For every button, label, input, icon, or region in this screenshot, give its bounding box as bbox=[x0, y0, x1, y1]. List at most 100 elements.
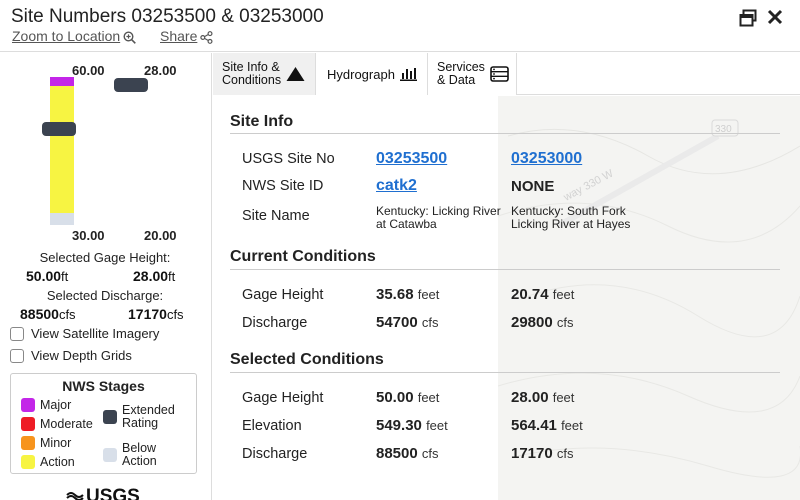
usgs-site-link-1[interactable]: 03253500 bbox=[376, 150, 447, 168]
below-action-swatch bbox=[103, 448, 117, 462]
legend-item-action: Action bbox=[21, 455, 75, 469]
value: 20.74 bbox=[511, 286, 549, 303]
restore-window-icon[interactable] bbox=[739, 9, 757, 27]
depth-label: View Depth Grids bbox=[31, 348, 132, 363]
selected-gage-height-1: 50.00 feet bbox=[376, 389, 439, 406]
selected-discharge-right-value: 17170cfs bbox=[128, 306, 184, 322]
selected-discharge-2: 17170 cfs bbox=[511, 445, 574, 462]
selected-conditions-heading: Selected Conditions bbox=[230, 351, 384, 368]
current-gage-height-1: 35.68 feet bbox=[376, 286, 439, 303]
divider bbox=[230, 269, 780, 270]
value: 549.30 bbox=[376, 417, 422, 434]
secondary-gage-slider-handle[interactable] bbox=[114, 78, 148, 92]
legend-label: Major bbox=[40, 397, 72, 412]
gage-height-slider-handle[interactable] bbox=[42, 122, 76, 136]
selected-gage-height-label: Selected Gage Height: bbox=[39, 250, 171, 265]
satellite-imagery-toggle[interactable]: View Satellite Imagery bbox=[10, 326, 159, 341]
action-swatch bbox=[21, 455, 35, 469]
legend-label: Extended Rating bbox=[122, 404, 175, 430]
gage-max-right: 28.00 bbox=[144, 63, 177, 78]
selected-gage-height-label: Gage Height bbox=[242, 390, 324, 406]
unit: feet bbox=[417, 287, 440, 302]
moderate-swatch bbox=[21, 417, 35, 431]
zoom-to-location-link[interactable]: Zoom to Location bbox=[12, 28, 137, 44]
site-info-content: way 330 W 330 Site Info USGS Site No 032… bbox=[213, 96, 800, 500]
unit: feet bbox=[426, 418, 448, 433]
nws-site-id-label: NWS Site ID bbox=[242, 178, 324, 194]
unit: cfs bbox=[166, 307, 184, 322]
value: 17170 bbox=[128, 306, 167, 322]
divider bbox=[230, 372, 780, 373]
value: 50.00 bbox=[376, 389, 414, 406]
gage-stage-bar bbox=[50, 77, 74, 225]
unit: cfs bbox=[421, 446, 439, 461]
site-name-2: Kentucky: South Fork Licking River at Ha… bbox=[511, 204, 631, 231]
bar-chart-icon bbox=[399, 68, 417, 81]
tab-hydrograph[interactable]: Hydrograph bbox=[316, 53, 428, 95]
usgs-site-link-2[interactable]: 03253000 bbox=[511, 150, 582, 168]
tab-bar: Site Info & Conditions Hydrograph Service… bbox=[213, 53, 800, 95]
share-icon bbox=[200, 30, 213, 44]
unit: feet bbox=[417, 390, 440, 405]
divider bbox=[230, 133, 780, 134]
satellite-checkbox[interactable] bbox=[10, 326, 24, 341]
zoom-in-icon bbox=[123, 31, 137, 44]
site-name-label: Site Name bbox=[242, 208, 310, 224]
gage-max-left: 60.00 bbox=[72, 63, 105, 78]
depth-checkbox[interactable] bbox=[10, 348, 24, 363]
tab-label-line2: & Data bbox=[437, 73, 476, 87]
selected-gage-height-2: 28.00 feet bbox=[511, 389, 574, 406]
legend-label: Moderate bbox=[40, 416, 93, 431]
value: 35.68 bbox=[376, 286, 414, 303]
current-discharge-1: 54700 cfs bbox=[376, 314, 439, 331]
unit: cfs bbox=[556, 315, 574, 330]
value: 54700 bbox=[376, 314, 418, 331]
value: 88500 bbox=[376, 445, 418, 462]
tab-label-line2: Conditions bbox=[222, 73, 282, 87]
tab-services-data[interactable]: Services & Data bbox=[428, 53, 517, 95]
depth-grids-toggle[interactable]: View Depth Grids bbox=[10, 348, 132, 363]
stage-action-segment bbox=[50, 86, 74, 213]
tab-label: Site Info & Conditions bbox=[222, 61, 281, 87]
satellite-label: View Satellite Imagery bbox=[31, 326, 160, 341]
selected-gage-left-value: 50.00ft bbox=[26, 268, 68, 284]
extended-rating-swatch bbox=[103, 410, 117, 424]
selected-elevation-label: Elevation bbox=[242, 418, 302, 434]
usgs-logo-text: USGS bbox=[86, 486, 140, 500]
usgs-site-no-label: USGS Site No bbox=[242, 151, 335, 167]
tab-site-info-conditions[interactable]: Site Info & Conditions bbox=[213, 53, 316, 95]
major-swatch bbox=[21, 398, 35, 412]
unit: ft bbox=[61, 269, 69, 284]
current-conditions-heading: Current Conditions bbox=[230, 248, 376, 265]
value: 29800 bbox=[511, 314, 553, 331]
unit: feet bbox=[552, 287, 575, 302]
value: 564.41 bbox=[511, 417, 557, 434]
legend-title: NWS Stages bbox=[62, 378, 145, 394]
legend-label: Below Action bbox=[122, 442, 157, 468]
selected-gage-right-value: 28.00ft bbox=[133, 268, 175, 284]
unit: cfs bbox=[58, 307, 76, 322]
legend-item-extended-rating: Extended Rating bbox=[103, 404, 175, 430]
current-discharge-label: Discharge bbox=[242, 315, 308, 331]
current-gage-height-2: 20.74 feet bbox=[511, 286, 574, 303]
nws-site-link-1[interactable]: catk2 bbox=[376, 177, 417, 195]
site-info-heading: Site Info bbox=[230, 113, 294, 130]
selected-discharge-left-value: 88500cfs bbox=[20, 306, 76, 322]
legend-label-line1: Extended bbox=[122, 403, 175, 417]
value: 17170 bbox=[511, 445, 553, 462]
legend-item-below-action: Below Action bbox=[103, 442, 157, 468]
selected-elevation-2: 564.41 feet bbox=[511, 417, 583, 434]
stage-below-action-segment bbox=[50, 213, 74, 225]
legend-item-major: Major bbox=[21, 398, 71, 412]
warning-triangle-icon bbox=[286, 67, 305, 81]
tab-label: Hydrograph bbox=[327, 66, 395, 82]
close-icon[interactable] bbox=[765, 7, 785, 27]
selected-discharge-1: 88500 cfs bbox=[376, 445, 439, 462]
selected-elevation-1: 549.30 feet bbox=[376, 417, 448, 434]
gage-min-left: 30.00 bbox=[72, 228, 105, 243]
legend-label: Action bbox=[40, 454, 75, 469]
share-link[interactable]: Share bbox=[160, 28, 213, 44]
gage-min-right: 20.00 bbox=[144, 228, 177, 243]
unit: cfs bbox=[421, 315, 439, 330]
unit: cfs bbox=[556, 446, 574, 461]
